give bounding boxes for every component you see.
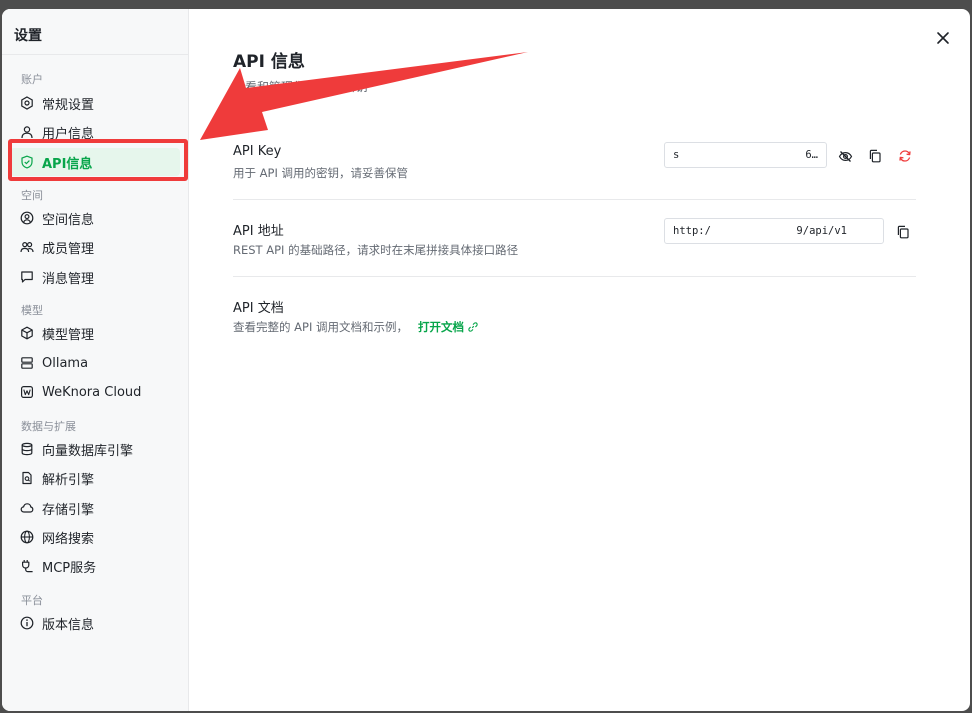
sidebar-item-label: MCP服务 — [42, 560, 97, 576]
sidebar-item-storage[interactable]: 存储引擎 — [10, 494, 180, 522]
sidebar-item-label: 成员管理 — [42, 241, 95, 257]
database-icon — [20, 442, 34, 456]
sidebar-item-vector-db[interactable]: 向量数据库引擎 — [10, 435, 180, 463]
sidebar-item-label: WeKnora Cloud — [42, 384, 142, 400]
regenerate-key-button[interactable] — [896, 147, 914, 165]
sidebar-item-general[interactable]: 常规设置 — [10, 89, 180, 117]
sidebar-item-label: 向量数据库引擎 — [42, 443, 134, 459]
sidebar-item-label: 存储引擎 — [42, 502, 95, 518]
copy-api-url-button[interactable] — [894, 223, 912, 241]
group-label-space: 空间 — [21, 189, 43, 202]
row-divider — [233, 276, 916, 277]
file-search-icon — [20, 471, 34, 485]
api-url-value-start: http:/ — [673, 225, 711, 237]
api-url-desc: REST API 的基础路径，请求时在末尾拼接具体接口路径 — [233, 243, 519, 257]
copy-icon — [869, 149, 881, 163]
api-key-value-start: s — [673, 149, 680, 161]
sidebar-item-label: 常规设置 — [42, 97, 95, 113]
sidebar-item-user-info[interactable]: 用户信息 — [10, 118, 180, 146]
sidebar-item-members[interactable]: 成员管理 — [10, 233, 180, 261]
refresh-icon — [899, 150, 911, 162]
api-url-field[interactable]: http:/ 9/api/v1 — [664, 218, 884, 244]
settings-modal: 设置 账户 常规设置 用户信息 API信息 空间 空间信息 成员管理 消息管理 … — [2, 9, 970, 711]
globe-icon — [20, 530, 34, 544]
plug-icon — [20, 559, 34, 573]
copy-icon — [897, 225, 909, 239]
open-docs-label: 打开文档 — [418, 320, 465, 334]
sidebar-item-parser[interactable]: 解析引擎 — [10, 464, 180, 492]
api-url-title: API 地址 — [233, 224, 284, 239]
group-label-platform: 平台 — [21, 594, 43, 607]
sidebar-title: 设置 — [14, 28, 42, 44]
page-subtitle: 查看和管理您的 API 密钥 — [233, 80, 368, 94]
page-title: API 信息 — [233, 52, 305, 72]
sidebar-item-label: 网络搜索 — [42, 531, 95, 547]
sidebar-item-label: API信息 — [42, 156, 93, 172]
sidebar-item-api-info[interactable]: API信息 — [10, 148, 180, 176]
api-key-value-end: 6… — [805, 149, 818, 161]
close-icon — [937, 32, 949, 44]
sidebar-item-ollama[interactable]: Ollama — [10, 349, 180, 377]
sidebar-divider — [2, 54, 188, 55]
sidebar-item-messages[interactable]: 消息管理 — [10, 263, 180, 291]
user-icon — [20, 125, 34, 139]
cloud-icon — [20, 501, 34, 515]
group-label-data: 数据与扩展 — [21, 420, 76, 433]
api-docs-title: API 文档 — [233, 301, 284, 316]
sidebar-item-weknora-cloud[interactable]: WeKnora Cloud — [10, 378, 180, 406]
api-docs-desc-row: 查看完整的 API 调用文档和示例， 打开文档 — [233, 319, 478, 335]
close-button[interactable] — [932, 27, 954, 49]
w-logo-icon — [20, 385, 34, 399]
sidebar-item-label: 用户信息 — [42, 126, 95, 142]
toggle-visibility-button[interactable] — [836, 147, 854, 165]
sidebar-item-model-mgmt[interactable]: 模型管理 — [10, 319, 180, 347]
sidebar-item-space-info[interactable]: 空间信息 — [10, 204, 180, 232]
sidebar-item-label: 消息管理 — [42, 271, 95, 287]
api-docs-desc: 查看完整的 API 调用文档和示例， — [233, 320, 409, 334]
settings-sidebar: 设置 账户 常规设置 用户信息 API信息 空间 空间信息 成员管理 消息管理 … — [2, 9, 189, 711]
row-divider — [233, 199, 916, 200]
sidebar-item-label: 模型管理 — [42, 327, 95, 343]
open-docs-link[interactable]: 打开文档 — [418, 320, 478, 334]
copy-api-key-button[interactable] — [866, 147, 884, 165]
shield-check-icon — [20, 155, 34, 169]
server-icon — [20, 356, 34, 370]
group-label-model: 模型 — [21, 304, 43, 317]
sidebar-item-label: 空间信息 — [42, 212, 95, 228]
api-url-value-end: 9/api/v1 — [796, 225, 847, 237]
message-icon — [20, 270, 34, 284]
info-icon — [20, 616, 34, 630]
api-key-desc: 用于 API 调用的密钥，请妥善保管 — [233, 166, 409, 180]
sidebar-item-mcp[interactable]: MCP服务 — [10, 552, 180, 580]
hexagon-gear-icon — [20, 96, 34, 110]
users-icon — [20, 240, 34, 254]
sidebar-item-label: 版本信息 — [42, 617, 95, 633]
group-label-account: 账户 — [21, 73, 43, 86]
api-key-title: API Key — [233, 144, 282, 159]
api-key-field[interactable]: s 6… — [664, 142, 827, 168]
cube-icon — [20, 326, 34, 340]
sidebar-item-label: 解析引擎 — [42, 472, 95, 488]
sidebar-item-web-search[interactable]: 网络搜索 — [10, 523, 180, 551]
eye-off-icon — [838, 150, 852, 162]
link-icon — [468, 322, 478, 332]
sidebar-item-version[interactable]: 版本信息 — [10, 609, 180, 637]
sidebar-item-label: Ollama — [42, 355, 89, 371]
user-circle-icon — [20, 211, 34, 225]
